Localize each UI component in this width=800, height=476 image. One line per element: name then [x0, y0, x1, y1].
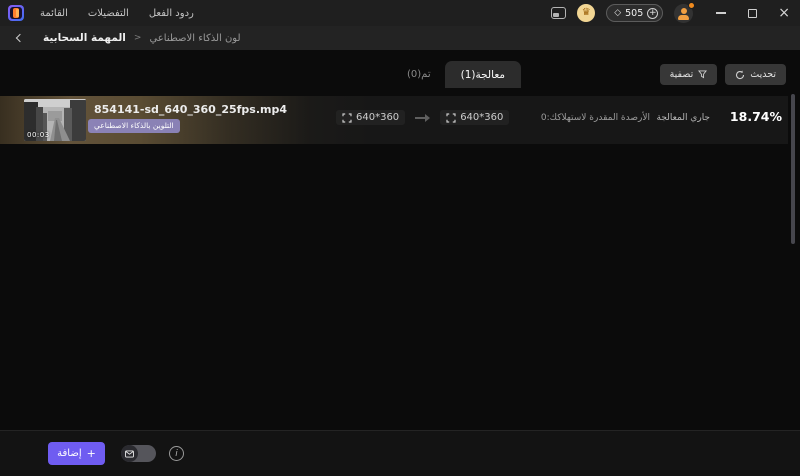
list-toolbar: تصفية تحديث	[660, 64, 786, 85]
arrow-right-icon	[414, 113, 431, 123]
menu-bar: القائمة التفضيلات ردود الفعل	[40, 8, 194, 19]
user-avatar[interactable]	[674, 4, 693, 23]
filter-button[interactable]: تصفية	[660, 64, 718, 85]
breadcrumb: المهمة السحابية > لون الذكاء الاصطناعي	[43, 32, 241, 44]
toggle-knob	[121, 445, 138, 462]
credits-value: 505	[625, 8, 643, 19]
input-resolution: 640*360	[356, 112, 399, 123]
feature-badge: التلوين بالذكاء الاصطناعي	[88, 119, 180, 133]
add-file-button[interactable]: إضافة +	[48, 442, 105, 465]
chevron-left-icon	[16, 34, 24, 42]
email-notify-toggle[interactable]	[121, 445, 156, 462]
breadcrumb-current: لون الذكاء الاصطناعي	[149, 33, 240, 44]
tab-done[interactable]: تم(0)	[393, 69, 445, 80]
video-duration: 00:03	[27, 131, 50, 139]
info-glyph: i	[175, 449, 178, 459]
refresh-icon	[735, 70, 745, 80]
tab-bar: تم(0) معالجة(1)	[393, 61, 521, 88]
menu-item-preferences[interactable]: التفضيلات	[88, 8, 129, 19]
breadcrumb-bar: المهمة السحابية > لون الذكاء الاصطناعي	[0, 26, 800, 50]
funnel-icon	[698, 70, 707, 79]
status-text: جاري المعالجة	[657, 113, 710, 123]
add-credits-button[interactable]: +	[647, 8, 658, 19]
breadcrumb-parent[interactable]: المهمة السحابية	[43, 32, 126, 44]
crown-glyph: ♛	[582, 8, 591, 18]
credits-estimate: الأرصدة المقدرة لاستهلاكك:0	[541, 113, 650, 123]
vip-crown-icon[interactable]: ♛	[577, 4, 595, 22]
resolution-group: 640*360 640*360	[336, 110, 509, 125]
maximize-button[interactable]	[748, 9, 757, 18]
input-resolution-chip: 640*360	[336, 110, 405, 125]
tab-processing[interactable]: معالجة(1)	[445, 61, 521, 88]
app-logo-icon	[8, 5, 24, 21]
task-row[interactable]: 00:03 854141-sd_640_360_25fps.mp4 التلوي…	[0, 96, 788, 144]
refresh-button[interactable]: تحديث	[725, 64, 786, 85]
output-resolution-chip: 640*360	[440, 110, 509, 125]
envelope-icon	[125, 450, 134, 458]
video-filename: 854141-sd_640_360_25fps.mp4	[94, 103, 287, 116]
scrollbar[interactable]	[791, 94, 795, 244]
titlebar: القائمة التفضيلات ردود الفعل ♛ ◇ 505 + ×	[0, 0, 800, 26]
menu-item-main[interactable]: القائمة	[40, 8, 68, 19]
refresh-label: تحديث	[750, 69, 776, 80]
back-button[interactable]	[13, 31, 27, 45]
gem-icon: ◇	[614, 9, 621, 18]
expand-corners-icon	[446, 113, 456, 123]
filter-label: تصفية	[670, 69, 694, 80]
breadcrumb-separator: >	[134, 33, 142, 43]
menu-item-feedback[interactable]: ردود الفعل	[149, 8, 194, 19]
plus-icon: +	[87, 448, 96, 459]
credits-pill[interactable]: ◇ 505 +	[606, 4, 663, 22]
add-label: إضافة	[57, 448, 81, 459]
notification-dot	[688, 2, 695, 9]
info-button[interactable]: i	[169, 446, 184, 461]
close-button[interactable]: ×	[778, 6, 790, 20]
expand-corners-icon	[342, 113, 352, 123]
progress-percent: 18.74%	[730, 109, 782, 124]
video-thumbnail[interactable]: 00:03	[24, 99, 86, 141]
mini-window-icon[interactable]	[551, 7, 566, 19]
minimize-button[interactable]	[716, 4, 727, 22]
main-content: تم(0) معالجة(1) تصفية تحديث	[0, 50, 800, 430]
output-resolution: 640*360	[460, 112, 503, 123]
footer-bar: إضافة + i	[0, 430, 800, 476]
